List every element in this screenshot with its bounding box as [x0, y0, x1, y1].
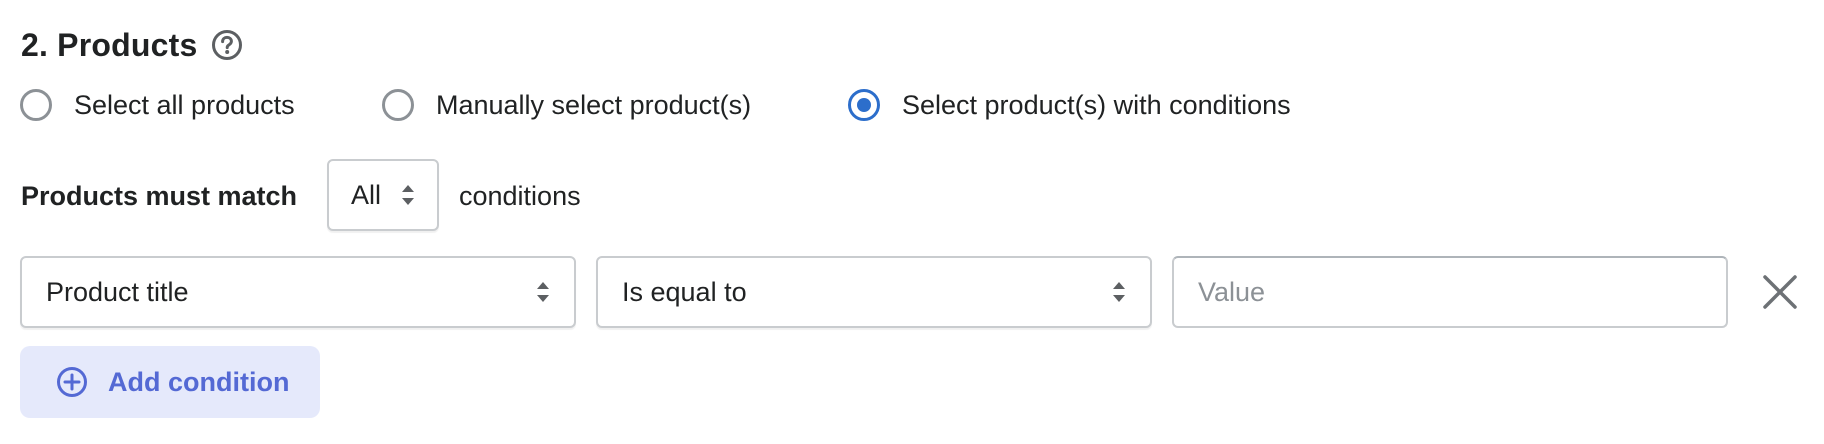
section-header: 2. Products — [21, 20, 243, 70]
condition-operator-select[interactable]: Is equal to — [596, 256, 1152, 328]
radio-select-products-with-conditions[interactable]: Select product(s) with conditions — [848, 84, 1291, 126]
radio-label: Select product(s) with conditions — [902, 89, 1291, 120]
condition-operator-value: Is equal to — [622, 276, 747, 307]
radio-button-checked[interactable] — [848, 89, 880, 121]
add-condition-button[interactable]: Add condition — [20, 346, 320, 418]
products-must-match-label: Products must match — [21, 181, 298, 211]
radio-dot — [857, 98, 871, 112]
add-condition-label: Add condition — [108, 366, 290, 397]
plus-circle-icon — [56, 366, 88, 398]
close-icon — [1762, 274, 1798, 310]
conditions-suffix: conditions — [459, 181, 581, 211]
select-arrows-icon — [536, 281, 550, 303]
radio-label: Manually select product(s) — [436, 89, 752, 120]
match-type-select[interactable]: All — [327, 159, 439, 231]
select-arrows-icon — [401, 184, 415, 206]
remove-condition-button[interactable] — [1760, 272, 1800, 312]
select-arrows-icon — [1112, 281, 1126, 303]
radio-label: Select all products — [74, 89, 295, 120]
condition-value-input[interactable] — [1172, 256, 1728, 328]
condition-field-value: Product title — [46, 276, 189, 307]
condition-field-select[interactable]: Product title — [20, 256, 576, 328]
radio-select-all-products[interactable]: Select all products — [20, 84, 295, 126]
section-title: 2. Products — [21, 26, 198, 63]
radio-button[interactable] — [20, 89, 52, 121]
radio-manually-select-products[interactable]: Manually select product(s) — [382, 84, 751, 126]
match-type-value: All — [351, 179, 382, 210]
radio-button[interactable] — [382, 89, 414, 121]
question-circle-icon[interactable] — [211, 29, 243, 61]
